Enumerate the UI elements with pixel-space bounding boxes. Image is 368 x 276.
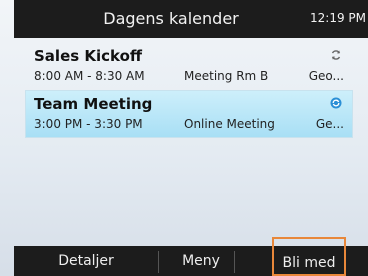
page-title: Dagens kalender [103,9,239,28]
meeting-time: 3:00 PM - 3:30 PM [34,117,143,131]
meeting-subject: Sales Kickoff [34,47,143,65]
details-softkey[interactable]: Detaljer [14,246,158,276]
sync-icon [331,50,341,60]
menu-softkey[interactable]: Meny [158,246,244,276]
online-meeting-icon [330,97,342,109]
clock: 12:19 PM [310,11,366,25]
meeting-time: 8:00 AM - 8:30 AM [34,69,145,83]
meeting-attendees: Geo... [308,69,344,83]
title-bar: Dagens kalender 12:19 PM [14,0,368,38]
meeting-list: Sales Kickoff 8:00 AM - 8:30 AM Meeting … [25,42,353,138]
join-softkey[interactable]: Bli med [272,237,346,276]
list-item-selected[interactable]: Team Meeting 3:00 PM - 3:30 PM Online Me… [25,90,353,138]
meeting-location: Online Meeting [184,117,275,131]
phone-screen: Dagens kalender 12:19 PM Sales Kickoff 8… [0,0,368,276]
softkey-divider [234,251,235,273]
meeting-attendees: Ge... [315,117,344,131]
meeting-subject: Team Meeting [34,95,153,113]
softkey-bar: Detaljer Meny Bli med [14,237,368,276]
meeting-location: Meeting Rm B [184,69,269,83]
list-item[interactable]: Sales Kickoff 8:00 AM - 8:30 AM Meeting … [25,42,353,90]
